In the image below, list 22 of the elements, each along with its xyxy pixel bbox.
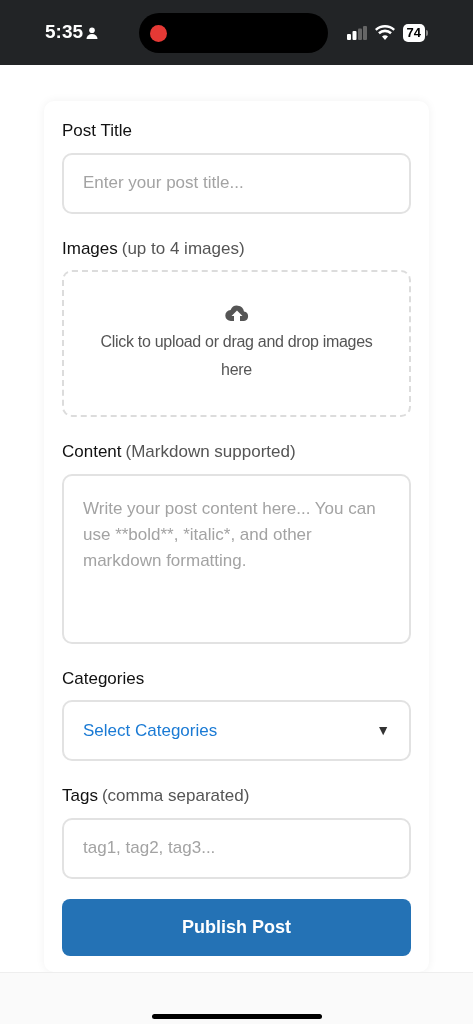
status-time: 5:35 [45,20,84,45]
publish-button[interactable]: Publish Post [62,898,411,956]
field-label: Categories [62,667,145,690]
upload-dropzone[interactable]: Click to upload or drag and drop images here [62,270,411,417]
cloud-upload-icon [224,303,249,322]
dropdown-caret: ▼ [376,721,390,740]
field-label: Post Title [62,120,132,142]
field-hint: (up to 4 images) [121,237,245,260]
input-field[interactable]: Enter your post title... [62,152,411,214]
signal-icon [346,25,367,40]
field-label: Tags [62,785,98,807]
wifi-icon [374,25,395,40]
field-hint: (Markdown supported) [125,441,296,463]
field-label: Content [62,441,122,463]
input-field[interactable]: tag1, tag2, tag3... [62,817,411,879]
field-hint: (comma separated) [101,785,250,807]
field-label: Images [62,237,118,260]
upload-prompt: Click to upload or drag and drop images here [99,331,374,380]
category-select[interactable]: Select Categories ▼ [62,700,411,761]
content-field[interactable]: Write your post content here... You can use **bold**, *italic*, and other markdown formatting. [62,473,411,644]
person-icon [86,26,99,39]
battery-level: 74 [402,23,425,42]
